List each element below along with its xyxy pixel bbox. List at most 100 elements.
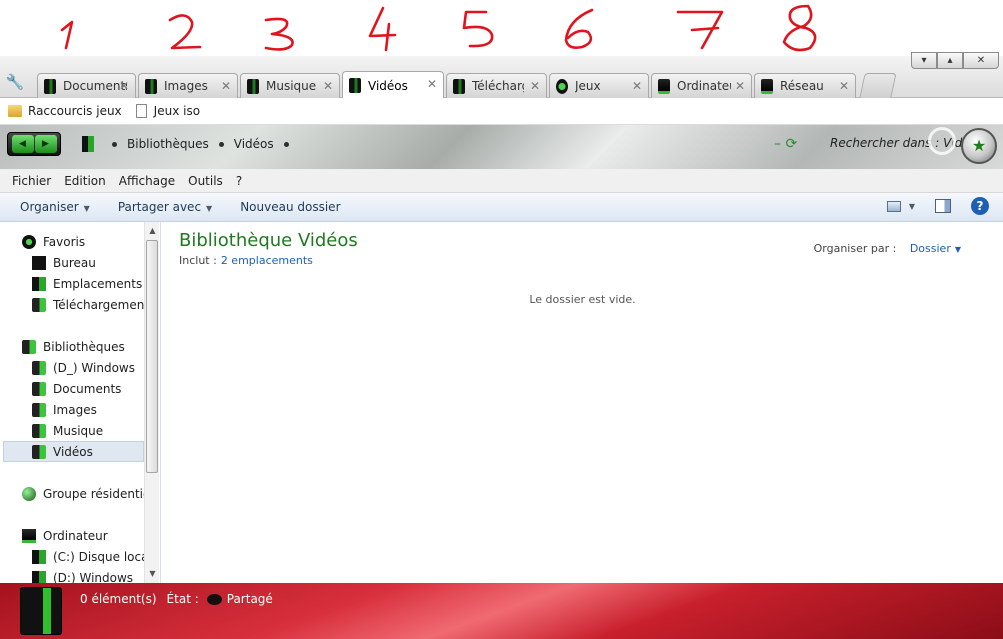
annotation-5 xyxy=(462,10,494,48)
minimize-button[interactable]: ▾ xyxy=(911,52,937,69)
scrollbar-thumb[interactable] xyxy=(146,240,158,473)
tab-label: Documents xyxy=(63,79,127,93)
breadcrumb-videos[interactable]: Vidéos xyxy=(234,137,274,151)
close-icon[interactable]: ✕ xyxy=(323,79,333,93)
library-icon xyxy=(32,444,46,459)
empty-folder-message: Le dossier est vide. xyxy=(529,293,636,306)
chevron-down-icon[interactable]: ▼ xyxy=(909,202,915,211)
library-icon xyxy=(32,423,46,438)
sidebar-item-documents[interactable]: Documents xyxy=(32,378,160,399)
library-icon xyxy=(32,402,46,417)
library-icon xyxy=(32,381,46,396)
chevron-down-icon[interactable]: ▼ xyxy=(955,245,961,254)
arrange-dropdown[interactable]: Dossier xyxy=(910,242,951,255)
forward-button[interactable]: ▶ xyxy=(34,135,57,153)
sidebar-item-label: Images xyxy=(53,402,97,417)
sidebar-item-d-windows-drive[interactable]: (D:) Windows xyxy=(32,567,160,583)
change-view-icon[interactable] xyxy=(886,200,901,212)
arrange-by: Organiser par : Dossier ▼ xyxy=(814,242,961,255)
tab-reseau[interactable]: Réseau ✕ xyxy=(754,73,856,98)
scroll-up-icon[interactable]: ▲ xyxy=(145,224,160,238)
sidebar-scrollbar[interactable]: ▲ ▼ xyxy=(144,222,159,583)
favorites-star-icon xyxy=(22,234,36,249)
new-tab-button[interactable] xyxy=(859,73,897,98)
tab-documents[interactable]: Documents ✕ xyxy=(37,73,136,98)
help-icon[interactable]: ? xyxy=(971,197,989,215)
sidebar-item-videos[interactable]: Vidéos xyxy=(3,441,144,462)
details-pane: 0 élément(s) État : Partagé xyxy=(0,583,1003,639)
annotation-1 xyxy=(60,20,74,50)
sidebar-item-favoris[interactable]: Favoris xyxy=(22,231,160,252)
breadcrumb-separator-icon[interactable] xyxy=(112,141,117,147)
menu-help[interactable]: ? xyxy=(236,174,242,188)
sidebar-item-groupe-residentiel[interactable]: Groupe résidentiel xyxy=(22,483,160,504)
share-label: Partager avec xyxy=(117,200,202,214)
sidebar-item-telechargements[interactable]: Téléchargements xyxy=(32,294,145,315)
sidebar-item-d-windows[interactable]: (D_) Windows xyxy=(32,357,160,378)
tab-images[interactable]: Images ✕ xyxy=(138,73,238,98)
wrench-icon[interactable]: 🔧 xyxy=(4,72,26,92)
tab-telechargements[interactable]: Téléchargements ✕ xyxy=(446,73,547,98)
sidebar-item-images[interactable]: Images xyxy=(32,399,160,420)
folder-icon xyxy=(8,105,22,117)
library-icon xyxy=(453,78,465,94)
tab-label: Vidéos xyxy=(368,78,408,93)
library-icon xyxy=(44,78,56,94)
page-title: Bibliothèque Vidéos xyxy=(179,230,358,251)
tab-label: Jeux xyxy=(575,79,601,93)
sidebar-item-ordinateur[interactable]: Ordinateur xyxy=(22,525,160,546)
library-icon xyxy=(32,360,46,375)
close-icon[interactable]: ✕ xyxy=(839,79,849,93)
tab-label: Réseau xyxy=(780,79,824,93)
close-icon[interactable]: ✕ xyxy=(735,79,745,93)
sidebar-item-bureau[interactable]: Bureau xyxy=(32,252,160,273)
search-icon[interactable]: ★ xyxy=(961,128,997,164)
scroll-down-icon[interactable]: ▼ xyxy=(145,567,160,581)
close-icon[interactable]: ✕ xyxy=(221,79,231,93)
menu-edition[interactable]: Edition xyxy=(64,174,106,188)
back-button[interactable]: ◀ xyxy=(11,135,34,153)
sidebar-item-bibliotheques[interactable]: Bibliothèques xyxy=(22,336,160,357)
breadcrumb-separator-icon[interactable] xyxy=(218,141,224,147)
close-icon[interactable]: ✕ xyxy=(530,79,540,93)
menu-outils[interactable]: Outils xyxy=(188,174,223,188)
tab-videos[interactable]: Vidéos ✕ xyxy=(342,71,444,99)
close-icon[interactable]: ✕ xyxy=(119,79,129,93)
sidebar-item-c-disque-local[interactable]: (C:) Disque local xyxy=(32,546,160,567)
tab-label: Images xyxy=(164,79,208,93)
sidebar-item-emplacements-recents[interactable]: Emplacements récents xyxy=(32,273,145,294)
drive-icon xyxy=(32,549,46,564)
tab-musique[interactable]: Musique ✕ xyxy=(240,73,340,98)
sidebar-item-musique[interactable]: Musique xyxy=(32,420,160,441)
refresh-icon[interactable]: – ⟳ xyxy=(774,136,797,152)
item-count: 0 élément(s) xyxy=(80,592,157,606)
preview-pane-icon[interactable] xyxy=(935,199,951,213)
command-bar: Organiser ▼ Partager avec ▼ Nouveau dossie… xyxy=(0,193,1003,222)
games-icon xyxy=(556,78,568,94)
organize-button[interactable]: Organiser ▼ xyxy=(20,200,90,214)
library-icon xyxy=(145,78,157,94)
close-icon[interactable]: ✕ xyxy=(632,79,642,93)
tab-jeux[interactable]: Jeux ✕ xyxy=(549,73,649,98)
library-includes: Inclut : 2 emplacements xyxy=(179,254,313,267)
organize-label: Organiser xyxy=(20,200,79,214)
new-folder-button[interactable]: Nouveau dossier xyxy=(240,200,340,214)
includes-link[interactable]: 2 emplacements xyxy=(221,254,313,267)
menu-affichage[interactable]: Affichage xyxy=(119,174,175,188)
drive-icon xyxy=(32,570,46,583)
history-buttons: ◀ ▶ xyxy=(7,132,61,156)
sidebar-item-label: Emplacements récents xyxy=(53,276,145,291)
sidebar-item-label: Favoris xyxy=(43,234,86,249)
shared-icon xyxy=(206,593,222,605)
shortcut-raccourcis-jeux[interactable]: Raccourcis jeux xyxy=(8,104,122,118)
close-window-button[interactable]: ✕ xyxy=(963,52,999,69)
close-icon[interactable]: ✕ xyxy=(427,77,437,91)
maximize-button[interactable]: ▴ xyxy=(937,52,963,69)
shortcut-jeux-iso[interactable]: Jeux iso xyxy=(135,104,200,118)
menu-fichier[interactable]: Fichier xyxy=(12,174,51,188)
breadcrumb-libraries[interactable]: Bibliothèques xyxy=(127,137,209,151)
share-with-button[interactable]: Partager avec ▼ xyxy=(118,200,212,214)
breadcrumb-separator-icon[interactable] xyxy=(283,141,289,147)
arrange-label: Organiser par : xyxy=(813,242,897,255)
tab-ordinateur[interactable]: Ordinateur ✕ xyxy=(651,73,752,98)
